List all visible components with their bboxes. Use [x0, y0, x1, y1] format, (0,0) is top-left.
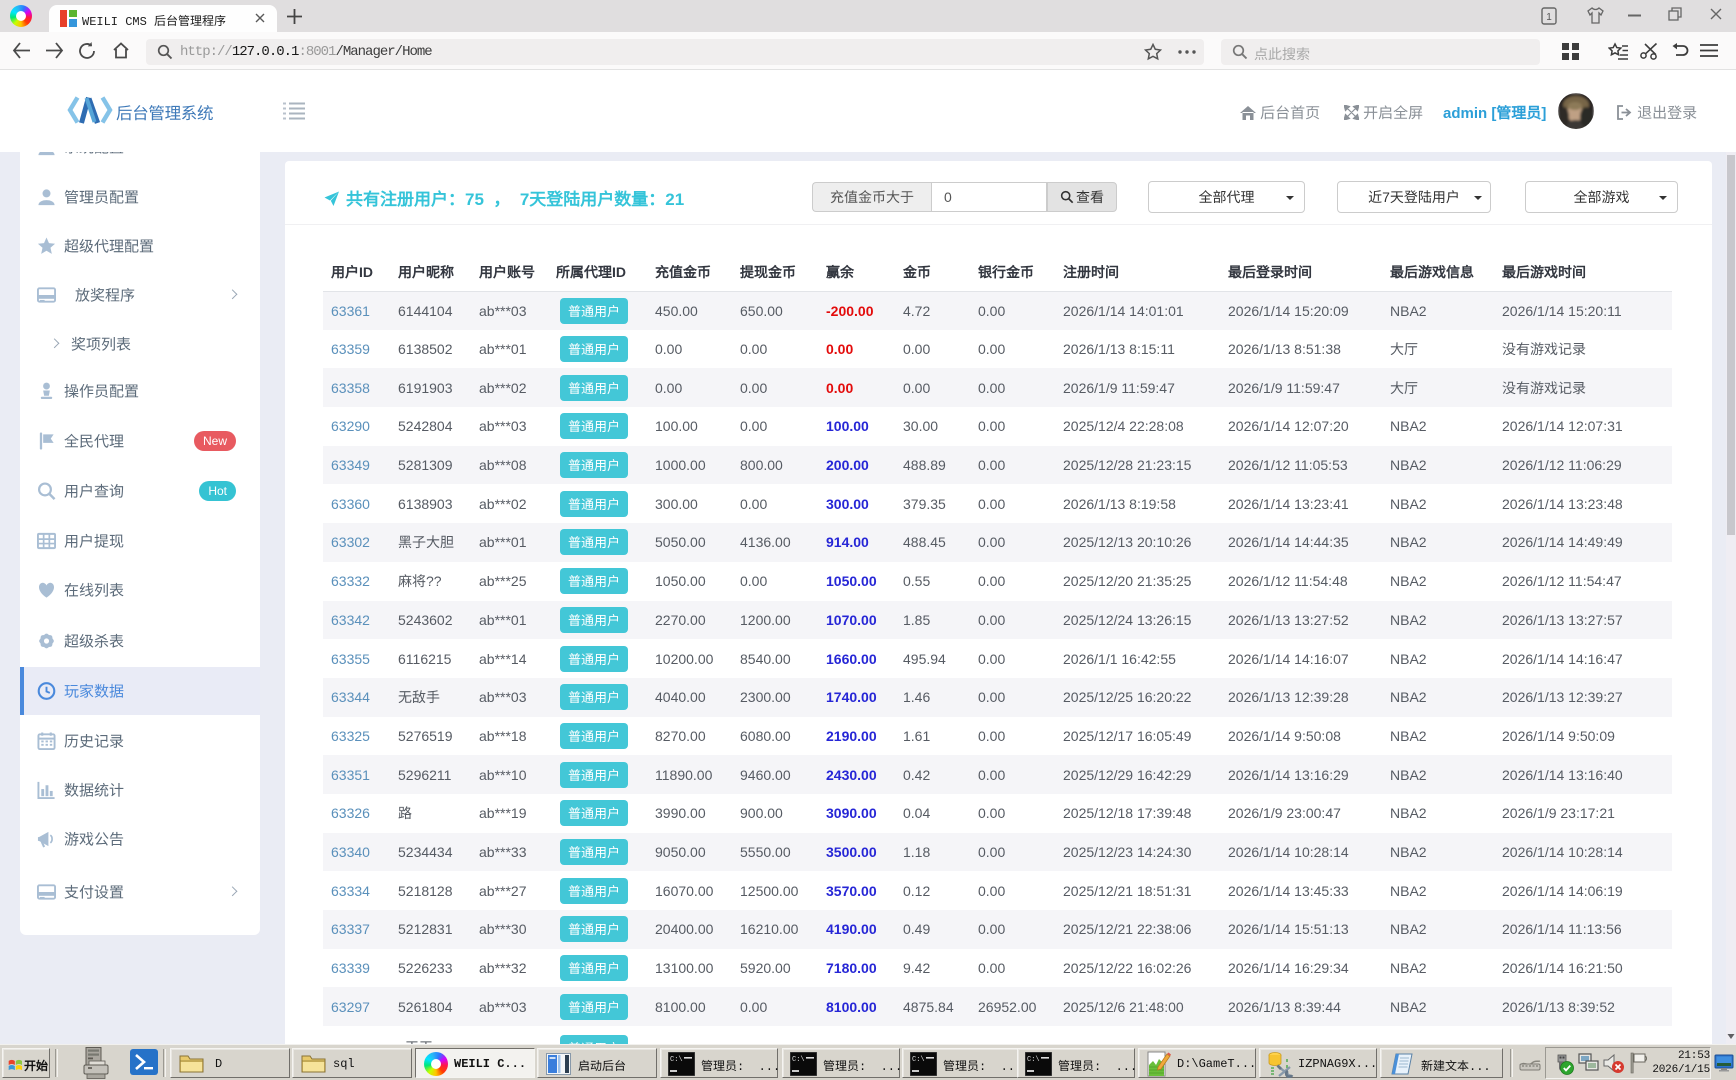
- svg-text:1: 1: [1546, 12, 1552, 23]
- svg-text:C:\: C:\: [1027, 1056, 1040, 1064]
- svg-text:C:\: C:\: [670, 1056, 683, 1064]
- svg-text:C:\: C:\: [792, 1056, 805, 1064]
- svg-text:C:\: C:\: [912, 1056, 925, 1064]
